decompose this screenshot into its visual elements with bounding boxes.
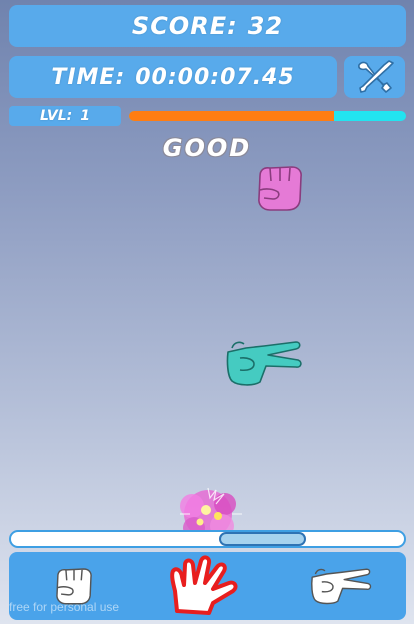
paper-button[interactable] xyxy=(141,552,273,620)
wrench-screwdriver-icon xyxy=(357,60,394,93)
scissors-button[interactable] xyxy=(275,552,406,620)
level-progress-fill xyxy=(129,111,334,121)
score-label: SCORE: xyxy=(131,12,238,40)
peace-hand-icon xyxy=(226,341,302,386)
score-panel: SCORE: 32 xyxy=(9,5,406,47)
falling-scissors-hand xyxy=(226,341,302,386)
level-label: LVL: xyxy=(39,108,73,124)
time-label: TIME: xyxy=(51,64,126,90)
score-value: 32 xyxy=(247,12,284,40)
fist-icon xyxy=(258,166,302,211)
time-value: 00:00:07.45 xyxy=(135,64,295,90)
rating-text: GOOD xyxy=(162,134,252,162)
time-panel: TIME: 00:00:07.45 xyxy=(9,56,337,98)
level-panel: LVL: 1 xyxy=(9,106,121,126)
timing-target-zone xyxy=(219,532,306,546)
watermark: free for personal use xyxy=(9,600,120,614)
timing-bar xyxy=(9,530,406,548)
level-value: 1 xyxy=(80,108,91,124)
settings-button[interactable] xyxy=(344,56,405,98)
level-progress-bar xyxy=(129,111,406,121)
open-hand-icon xyxy=(170,555,238,615)
peace-hand-icon xyxy=(310,568,371,605)
falling-rock-hand xyxy=(258,166,302,211)
